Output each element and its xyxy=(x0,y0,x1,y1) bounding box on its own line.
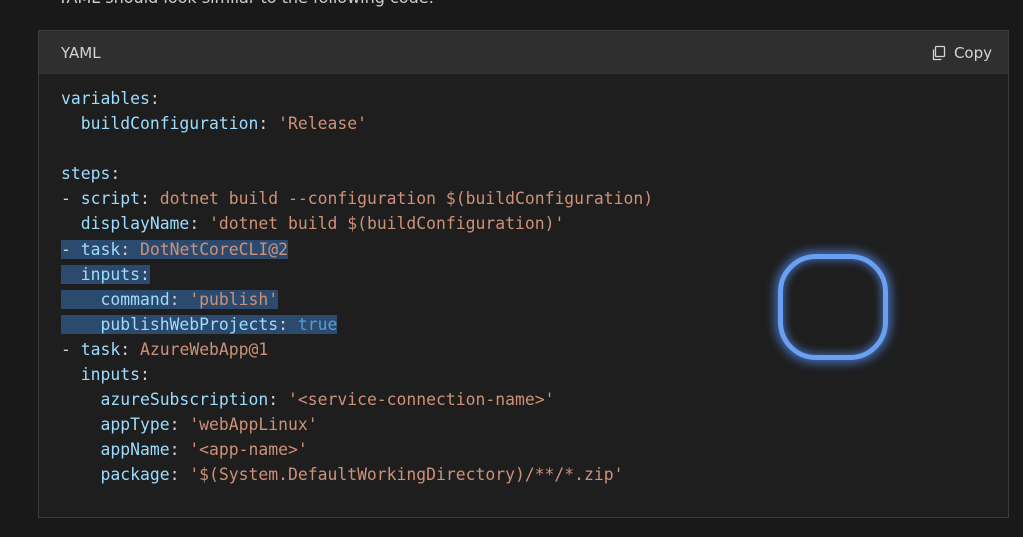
code-key: appName xyxy=(100,440,170,460)
code-separator: : xyxy=(169,465,190,485)
code-key: appType xyxy=(100,415,170,435)
code-line: inputs: xyxy=(61,362,1008,387)
code-key: buildConfiguration xyxy=(80,114,259,134)
code-key: steps xyxy=(61,164,111,184)
code-value: AzureWebApp@1 xyxy=(139,339,269,359)
code-key: inputs xyxy=(80,365,140,385)
code-separator: : xyxy=(110,164,121,184)
copy-button[interactable]: Copy xyxy=(931,44,992,62)
code-line: appName: '<app-name>' xyxy=(61,437,1008,462)
code-line: - script: dotnet build --configuration $… xyxy=(61,186,1008,211)
code-separator: : xyxy=(278,314,298,334)
code-separator: : xyxy=(139,264,150,284)
code-separator: : xyxy=(169,415,190,435)
code-line: buildConfiguration: 'Release' xyxy=(61,111,1008,136)
code-list-dash: - xyxy=(61,339,81,359)
code-separator: : xyxy=(139,189,160,209)
code-list-dash: - xyxy=(61,239,81,259)
code-line: variables: xyxy=(61,86,1008,111)
code-key: inputs xyxy=(80,264,140,284)
code-line: steps: xyxy=(61,161,1008,186)
code-separator: : xyxy=(169,440,190,460)
code-separator: : xyxy=(120,239,140,259)
code-separator: : xyxy=(258,114,279,134)
focus-indicator xyxy=(778,254,888,360)
code-key: variables xyxy=(61,89,150,108)
code-value: true xyxy=(297,314,338,334)
code-value: DotNetCoreCLI@2 xyxy=(139,239,289,259)
code-value: '<service-connection-name>' xyxy=(288,390,555,410)
code-separator: : xyxy=(120,339,140,359)
code-value: 'Release' xyxy=(278,114,367,134)
code-value: 'publish' xyxy=(189,289,279,309)
code-value: 'webAppLinux' xyxy=(189,415,318,435)
code-language-label: YAML xyxy=(61,43,101,62)
code-block-header: YAML Copy xyxy=(39,31,1008,74)
code-separator: : xyxy=(189,214,210,234)
code-separator: : xyxy=(149,89,160,108)
code-separator: : xyxy=(139,365,150,385)
code-line: displayName: 'dotnet build $(buildConfig… xyxy=(61,211,1008,236)
code-line: appType: 'webAppLinux' xyxy=(61,412,1008,437)
code-separator: : xyxy=(268,390,288,410)
code-separator: : xyxy=(169,289,190,309)
code-key: azureSubscription xyxy=(100,390,269,410)
code-value: dotnet build --configuration $(buildConf… xyxy=(159,189,654,209)
code-line: azureSubscription: '<service-connection-… xyxy=(61,387,1008,412)
code-key: displayName xyxy=(80,214,190,234)
code-value: '<app-name>' xyxy=(189,440,308,460)
code-key: task xyxy=(80,239,121,259)
code-value: 'dotnet build $(buildConfiguration)' xyxy=(209,214,565,234)
code-line: package: '$(System.DefaultWorkingDirecto… xyxy=(61,462,1008,487)
code-list-dash: - xyxy=(61,189,81,209)
intro-text: YAML should look similar to the followin… xyxy=(58,0,434,8)
code-key: script xyxy=(80,189,140,209)
code-key: publishWebProjects xyxy=(100,314,279,334)
copy-button-label: Copy xyxy=(953,43,992,62)
code-key: task xyxy=(80,339,121,359)
copy-icon xyxy=(931,45,947,61)
code-key: package xyxy=(100,465,170,485)
code-key: command xyxy=(100,289,170,309)
code-value: '$(System.DefaultWorkingDirectory)/**/*.… xyxy=(189,465,624,485)
